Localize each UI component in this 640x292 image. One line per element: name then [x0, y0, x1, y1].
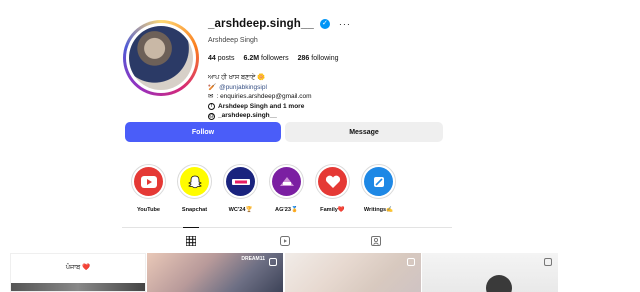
- tab-tagged[interactable]: [369, 234, 383, 248]
- pen-icon: [364, 167, 393, 196]
- profile-avatar[interactable]: [123, 20, 199, 96]
- active-tab-indicator: [183, 227, 199, 228]
- highlight-wc24[interactable]: WC'24🏆: [223, 164, 258, 213]
- snapchat-icon: [180, 167, 209, 196]
- profile-stats: 44 posts 6.2M followers 286 following: [208, 55, 508, 62]
- tab-divider: [122, 227, 452, 228]
- tab-posts[interactable]: [184, 234, 198, 248]
- reel-icon: [269, 258, 277, 266]
- threads-icon: @: [208, 112, 215, 120]
- highlight-writings[interactable]: Writings✍️: [361, 164, 396, 213]
- post-thumbnail[interactable]: ਪੰਜਾਬ ❤️: [10, 253, 146, 292]
- tagged-icon: [371, 236, 381, 246]
- posts-count: 44 posts: [208, 55, 235, 62]
- bio-line: ਆਪ ਹੀ ਖ਼ਾਸ ਬਣਾਏ 🌼: [208, 74, 266, 81]
- mention-link[interactable]: @punjabkingsipl: [219, 83, 267, 93]
- bio-email: : enquiries.arshdeep@gmail.com: [216, 93, 312, 101]
- wc24-icon: [226, 167, 255, 196]
- post-thumbnail[interactable]: [422, 253, 558, 292]
- highlight-youtube[interactable]: YouTube: [131, 164, 166, 213]
- heart-icon: [318, 167, 347, 196]
- username: _arshdeep.singh__: [208, 18, 314, 30]
- reels-icon: [280, 236, 290, 246]
- bio: ਆਪ ਹੀ ਖ਼ਾਸ ਬਣਾਏ 🌼 🏏 @punjabkingsipl ✉ : …: [208, 73, 508, 121]
- avatar-image: [129, 26, 193, 90]
- reel-icon: [407, 258, 415, 266]
- story-highlights: YouTube Snapchat WC'24🏆 AG'23🏅 Family❤️ …: [131, 164, 396, 213]
- threads-link[interactable]: _arshdeep.singh__: [218, 111, 277, 121]
- reel-icon: [544, 258, 552, 266]
- more-options-icon[interactable]: ···: [339, 19, 351, 29]
- post-caption: ਪੰਜਾਬ ❤️: [65, 264, 91, 271]
- facebook-icon: f: [208, 103, 215, 111]
- ag23-icon: [272, 167, 301, 196]
- following-count[interactable]: 286 following: [298, 55, 339, 62]
- highlight-ag23[interactable]: AG'23🏅: [269, 164, 304, 213]
- post-brand-text: DREAM11: [241, 256, 265, 262]
- followed-by[interactable]: Arshdeep Singh and 1 more: [218, 102, 304, 112]
- full-name: Arshdeep Singh: [208, 37, 258, 44]
- followers-count[interactable]: 6.2M followers: [243, 55, 288, 62]
- highlight-family[interactable]: Family❤️: [315, 164, 350, 213]
- grid-icon: [186, 236, 196, 246]
- follow-button[interactable]: Follow: [125, 122, 281, 142]
- cricket-icon: 🏏: [208, 83, 217, 91]
- highlight-snapchat[interactable]: Snapchat: [177, 164, 212, 213]
- post-thumbnail[interactable]: DREAM11: [147, 253, 283, 292]
- email-icon: ✉: [208, 93, 214, 101]
- message-button[interactable]: Message: [285, 122, 443, 142]
- post-thumbnail[interactable]: [285, 253, 421, 292]
- tab-reels[interactable]: [278, 234, 292, 248]
- profile-info: _arshdeep.singh__ ✓ ··· Arshdeep Singh 4…: [208, 17, 508, 121]
- youtube-icon: [134, 167, 163, 196]
- verified-badge-icon: ✓: [319, 19, 330, 29]
